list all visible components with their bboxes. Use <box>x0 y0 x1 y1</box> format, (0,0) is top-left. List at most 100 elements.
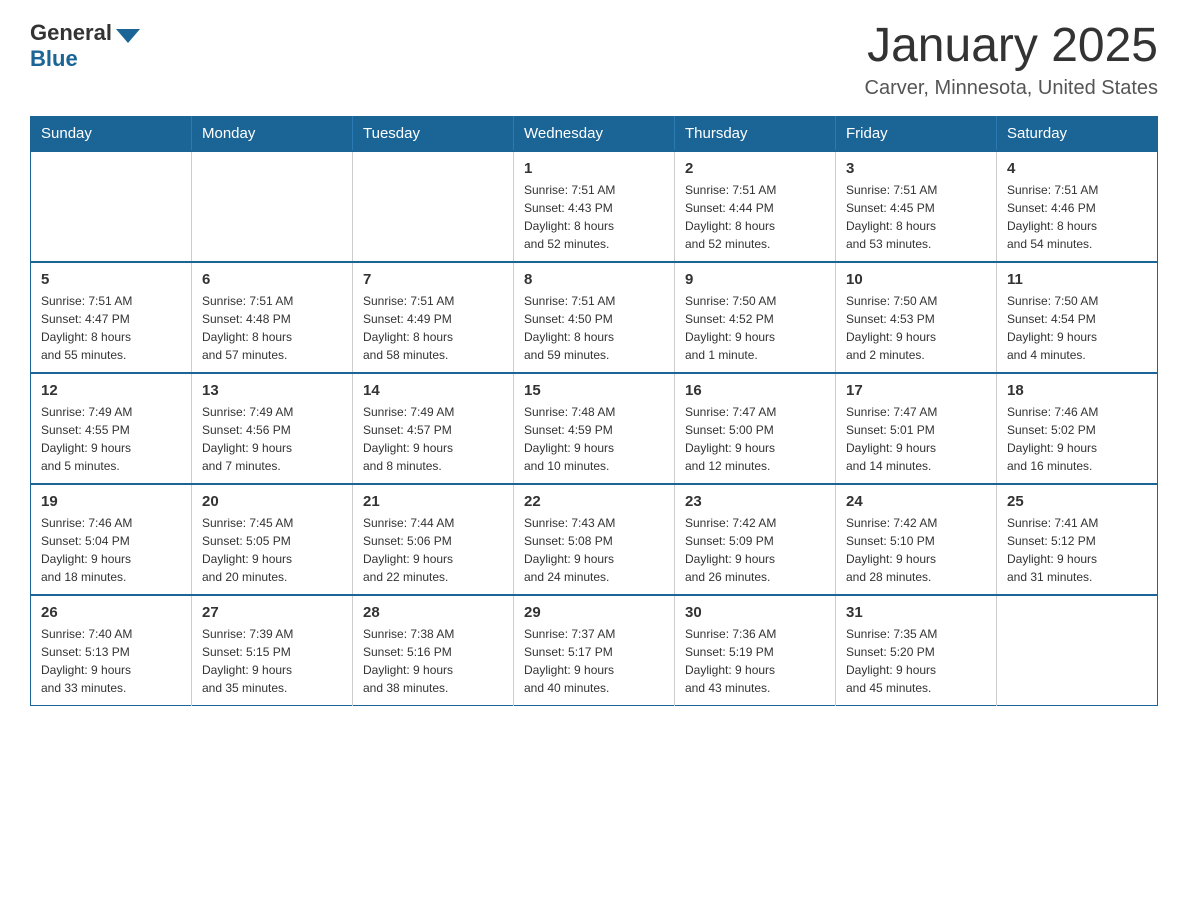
day-info: Sunrise: 7:50 AM Sunset: 4:53 PM Dayligh… <box>846 292 986 364</box>
day-number: 28 <box>363 604 503 621</box>
day-number: 24 <box>846 493 986 510</box>
header-friday: Friday <box>836 116 997 151</box>
day-info: Sunrise: 7:49 AM Sunset: 4:57 PM Dayligh… <box>363 403 503 475</box>
day-number: 14 <box>363 382 503 399</box>
logo: General Blue <box>30 20 140 72</box>
day-info: Sunrise: 7:49 AM Sunset: 4:56 PM Dayligh… <box>202 403 342 475</box>
logo-arrow-icon <box>116 29 140 43</box>
calendar-header-row: SundayMondayTuesdayWednesdayThursdayFrid… <box>31 116 1158 151</box>
day-number: 13 <box>202 382 342 399</box>
day-info: Sunrise: 7:46 AM Sunset: 5:04 PM Dayligh… <box>41 514 181 586</box>
day-info: Sunrise: 7:50 AM Sunset: 4:52 PM Dayligh… <box>685 292 825 364</box>
day-info: Sunrise: 7:47 AM Sunset: 5:00 PM Dayligh… <box>685 403 825 475</box>
calendar-cell: 12 Sunrise: 7:49 AM Sunset: 4:55 PM Dayli… <box>31 373 192 484</box>
day-info: Sunrise: 7:41 AM Sunset: 5:12 PM Dayligh… <box>1007 514 1147 586</box>
calendar-cell: 7Sunrise: 7:51 AM Sunset: 4:49 PM Daylig… <box>353 262 514 373</box>
day-number: 7 <box>363 271 503 288</box>
day-number: 5 <box>41 271 181 288</box>
day-info: Sunrise: 7:51 AM Sunset: 4:50 PM Dayligh… <box>524 292 664 364</box>
header-tuesday: Tuesday <box>353 116 514 151</box>
day-info: Sunrise: 7:51 AM Sunset: 4:46 PM Dayligh… <box>1007 181 1147 253</box>
calendar-cell: 17 Sunrise: 7:47 AM Sunset: 5:01 PM Dayli… <box>836 373 997 484</box>
day-number: 6 <box>202 271 342 288</box>
day-info: Sunrise: 7:42 AM Sunset: 5:10 PM Dayligh… <box>846 514 986 586</box>
day-number: 18 <box>1007 382 1147 399</box>
header-thursday: Thursday <box>675 116 836 151</box>
header-monday: Monday <box>192 116 353 151</box>
day-number: 10 <box>846 271 986 288</box>
title-block: January 2025 Carver, Minnesota, United S… <box>865 20 1158 100</box>
day-number: 16 <box>685 382 825 399</box>
calendar-cell: 9 Sunrise: 7:50 AM Sunset: 4:52 PM Daylig… <box>675 262 836 373</box>
day-number: 12 <box>41 382 181 399</box>
header-saturday: Saturday <box>997 116 1158 151</box>
calendar-cell <box>31 151 192 262</box>
calendar-title: January 2025 <box>865 20 1158 73</box>
calendar-cell: 31 Sunrise: 7:35 AM Sunset: 5:20 PM Dayli… <box>836 595 997 706</box>
day-info: Sunrise: 7:45 AM Sunset: 5:05 PM Dayligh… <box>202 514 342 586</box>
calendar-cell: 5 Sunrise: 7:51 AM Sunset: 4:47 PM Daylig… <box>31 262 192 373</box>
day-number: 11 <box>1007 271 1147 288</box>
day-info: Sunrise: 7:38 AM Sunset: 5:16 PM Dayligh… <box>363 625 503 697</box>
calendar-cell: 20 Sunrise: 7:45 AM Sunset: 5:05 PM Dayli… <box>192 484 353 595</box>
calendar-cell: 18 Sunrise: 7:46 AM Sunset: 5:02 PM Dayli… <box>997 373 1158 484</box>
day-info: Sunrise: 7:49 AM Sunset: 4:55 PM Dayligh… <box>41 403 181 475</box>
day-number: 23 <box>685 493 825 510</box>
calendar-cell <box>997 595 1158 706</box>
logo-general-text: General <box>30 20 112 46</box>
calendar-cell: 6 Sunrise: 7:51 AM Sunset: 4:48 PM Daylig… <box>192 262 353 373</box>
day-info: Sunrise: 7:43 AM Sunset: 5:08 PM Dayligh… <box>524 514 664 586</box>
day-number: 31 <box>846 604 986 621</box>
day-info: Sunrise: 7:40 AM Sunset: 5:13 PM Dayligh… <box>41 625 181 697</box>
calendar-cell: 16 Sunrise: 7:47 AM Sunset: 5:00 PM Dayli… <box>675 373 836 484</box>
calendar-cell: 22Sunrise: 7:43 AM Sunset: 5:08 PM Dayli… <box>514 484 675 595</box>
day-number: 3 <box>846 160 986 177</box>
page-header: General Blue January 2025 Carver, Minnes… <box>30 20 1158 100</box>
day-number: 9 <box>685 271 825 288</box>
calendar-cell: 26Sunrise: 7:40 AM Sunset: 5:13 PM Dayli… <box>31 595 192 706</box>
calendar-week-row: 26Sunrise: 7:40 AM Sunset: 5:13 PM Dayli… <box>31 595 1158 706</box>
calendar-cell: 19 Sunrise: 7:46 AM Sunset: 5:04 PM Dayli… <box>31 484 192 595</box>
day-info: Sunrise: 7:51 AM Sunset: 4:48 PM Dayligh… <box>202 292 342 364</box>
day-info: Sunrise: 7:39 AM Sunset: 5:15 PM Dayligh… <box>202 625 342 697</box>
day-info: Sunrise: 7:51 AM Sunset: 4:43 PM Dayligh… <box>524 181 664 253</box>
calendar-cell: 21Sunrise: 7:44 AM Sunset: 5:06 PM Dayli… <box>353 484 514 595</box>
day-info: Sunrise: 7:48 AM Sunset: 4:59 PM Dayligh… <box>524 403 664 475</box>
calendar-cell: 24 Sunrise: 7:42 AM Sunset: 5:10 PM Dayli… <box>836 484 997 595</box>
day-info: Sunrise: 7:44 AM Sunset: 5:06 PM Dayligh… <box>363 514 503 586</box>
calendar-subtitle: Carver, Minnesota, United States <box>865 77 1158 100</box>
calendar-cell: 14 Sunrise: 7:49 AM Sunset: 4:57 PM Dayli… <box>353 373 514 484</box>
day-number: 17 <box>846 382 986 399</box>
logo-blue-text: Blue <box>30 46 78 72</box>
day-number: 4 <box>1007 160 1147 177</box>
day-number: 20 <box>202 493 342 510</box>
day-number: 8 <box>524 271 664 288</box>
calendar-cell: 29Sunrise: 7:37 AM Sunset: 5:17 PM Dayli… <box>514 595 675 706</box>
calendar-cell: 11 Sunrise: 7:50 AM Sunset: 4:54 PM Dayli… <box>997 262 1158 373</box>
calendar-cell: 2Sunrise: 7:51 AM Sunset: 4:44 PM Daylig… <box>675 151 836 262</box>
calendar-cell: 27 Sunrise: 7:39 AM Sunset: 5:15 PM Dayli… <box>192 595 353 706</box>
day-number: 15 <box>524 382 664 399</box>
day-number: 19 <box>41 493 181 510</box>
day-info: Sunrise: 7:36 AM Sunset: 5:19 PM Dayligh… <box>685 625 825 697</box>
calendar-cell: 15 Sunrise: 7:48 AM Sunset: 4:59 PM Dayli… <box>514 373 675 484</box>
day-info: Sunrise: 7:35 AM Sunset: 5:20 PM Dayligh… <box>846 625 986 697</box>
day-info: Sunrise: 7:51 AM Sunset: 4:44 PM Dayligh… <box>685 181 825 253</box>
calendar-cell: 3Sunrise: 7:51 AM Sunset: 4:45 PM Daylig… <box>836 151 997 262</box>
calendar-week-row: 5 Sunrise: 7:51 AM Sunset: 4:47 PM Daylig… <box>31 262 1158 373</box>
calendar-cell: 25Sunrise: 7:41 AM Sunset: 5:12 PM Dayli… <box>997 484 1158 595</box>
day-info: Sunrise: 7:51 AM Sunset: 4:47 PM Dayligh… <box>41 292 181 364</box>
day-info: Sunrise: 7:47 AM Sunset: 5:01 PM Dayligh… <box>846 403 986 475</box>
calendar-week-row: 1Sunrise: 7:51 AM Sunset: 4:43 PM Daylig… <box>31 151 1158 262</box>
calendar-cell: 30Sunrise: 7:36 AM Sunset: 5:19 PM Dayli… <box>675 595 836 706</box>
header-sunday: Sunday <box>31 116 192 151</box>
calendar-cell: 23Sunrise: 7:42 AM Sunset: 5:09 PM Dayli… <box>675 484 836 595</box>
day-info: Sunrise: 7:37 AM Sunset: 5:17 PM Dayligh… <box>524 625 664 697</box>
day-info: Sunrise: 7:50 AM Sunset: 4:54 PM Dayligh… <box>1007 292 1147 364</box>
calendar-week-row: 12 Sunrise: 7:49 AM Sunset: 4:55 PM Dayli… <box>31 373 1158 484</box>
day-number: 27 <box>202 604 342 621</box>
calendar-cell: 10 Sunrise: 7:50 AM Sunset: 4:53 PM Dayli… <box>836 262 997 373</box>
day-info: Sunrise: 7:46 AM Sunset: 5:02 PM Dayligh… <box>1007 403 1147 475</box>
header-wednesday: Wednesday <box>514 116 675 151</box>
calendar-cell: 28 Sunrise: 7:38 AM Sunset: 5:16 PM Dayli… <box>353 595 514 706</box>
